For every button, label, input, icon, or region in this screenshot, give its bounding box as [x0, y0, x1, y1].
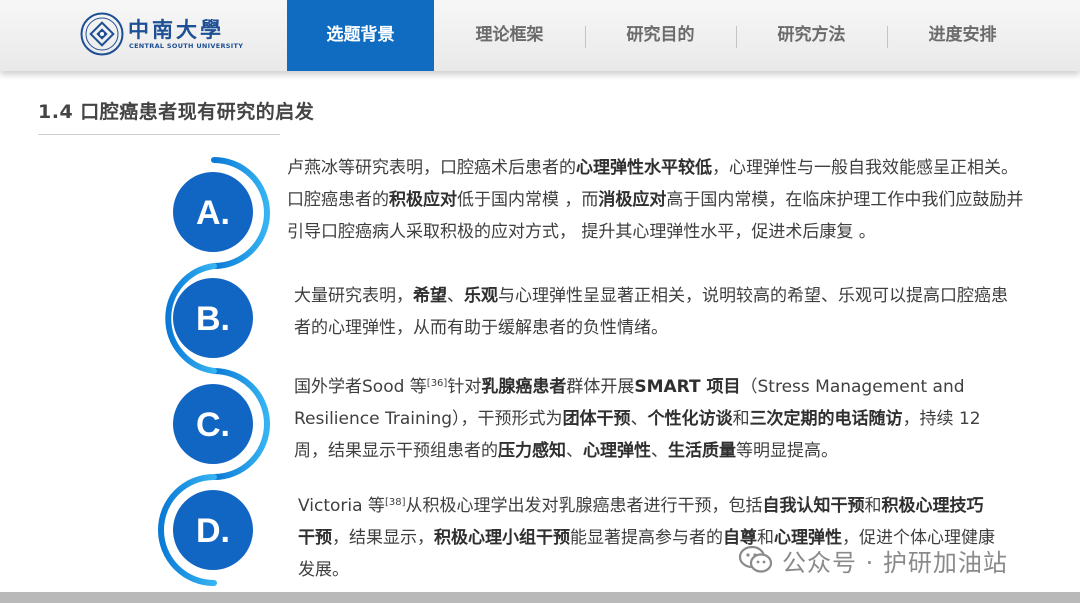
university-logo[interactable]: 中南大學 CENTRAL SOUTH UNIVERSITY [80, 12, 244, 56]
body-text: 、 [447, 286, 464, 306]
emphasis-text: 乐观 [464, 286, 498, 306]
emphasis-text: 个性化访谈 [647, 409, 733, 429]
body-text: 针对 [447, 377, 482, 397]
body-text: 、 [630, 409, 648, 429]
citation-ref: [38] [384, 497, 406, 508]
marker-b: B. [173, 278, 253, 358]
marker-b-label: B. [196, 300, 230, 338]
body-text: 、 [651, 441, 668, 461]
body-text: ，结果显示， [332, 528, 434, 548]
body-text: 卢燕冰等研究表明，口腔癌术后患者的 [287, 158, 576, 178]
marker-d-label: D. [196, 512, 230, 550]
emphasis-text: 心理弹性水平较低 [576, 158, 712, 178]
top-header: 中南大學 CENTRAL SOUTH UNIVERSITY 选题背景 理论框架 … [0, 0, 1080, 71]
university-seal-icon [80, 12, 124, 56]
emphasis-text: 压力感知 [498, 441, 566, 461]
emphasis-text: 积极心理小组干预 [434, 528, 570, 548]
university-name-en: CENTRAL SOUTH UNIVERSITY [129, 42, 244, 50]
body-text: 从积极心理学出发对乳腺癌患者进行干预，包括 [405, 496, 763, 516]
body-text: 等明显提高。 [736, 441, 838, 461]
wechat-icon [738, 545, 773, 573]
marker-a-label: A. [196, 194, 230, 232]
tab-schedule[interactable]: 进度安排 [887, 0, 1038, 71]
emphasis-text: 生活质量 [668, 441, 736, 461]
marker-c-label: C. [196, 406, 230, 444]
marker-d: D. [173, 490, 253, 570]
body-text: 国外学者Sood 等 [294, 377, 427, 397]
emphasis-text: 心理弹性 [583, 441, 651, 461]
paragraph-c: 国外学者Sood 等[36]针对乳腺癌患者群体开展SMART 项目（Stress… [294, 371, 1006, 467]
university-name-cn: 中南大學 [128, 17, 224, 42]
watermark-text: 公众号 · 护研加油站 [782, 548, 1008, 577]
tab-research-purpose[interactable]: 研究目的 [585, 0, 736, 71]
bottom-bar [0, 592, 1080, 603]
emphasis-text: 团体干预 [562, 409, 631, 429]
emphasis-text: 希望 [413, 286, 447, 306]
marker-a: A. [173, 172, 253, 252]
emphasis-text: SMART 项目 [634, 377, 741, 397]
body-text: 能显著提高参与者的 [570, 528, 723, 548]
wechat-watermark: 公众号 · 护研加油站 [738, 540, 1008, 580]
tab-theoretical-framework[interactable]: 理论框架 [434, 0, 585, 71]
body-text: 群体开展 [566, 377, 635, 397]
tab-research-method[interactable]: 研究方法 [736, 0, 887, 71]
tab-topic-background[interactable]: 选题背景 [287, 0, 434, 71]
emphasis-text: 乳腺癌患者 [481, 377, 567, 397]
paragraph-a: 卢燕冰等研究表明，口腔癌术后患者的心理弹性水平较低，心理弹性与一般自我效能感呈正… [287, 152, 1027, 248]
body-text: 大量研究表明， [294, 286, 413, 306]
citation-ref: [36] [426, 378, 448, 389]
emphasis-text: 三次定期的电话随访 [749, 409, 903, 429]
body-text: 低于国内常模 ，而 [457, 190, 599, 210]
body-text: 、 [566, 441, 583, 461]
body-text: 和 [864, 496, 882, 516]
marker-c: C. [173, 384, 253, 464]
emphasis-text: 消极应对 [598, 190, 667, 210]
body-text: Victoria 等 [298, 496, 385, 516]
emphasis-text: 积极应对 [389, 190, 457, 210]
body-text: 和 [732, 409, 750, 429]
paragraph-b: 大量研究表明，希望、乐观与心理弹性呈显著正相关，说明较高的希望、乐观可以提高口腔… [294, 280, 1024, 344]
emphasis-text: 自我认知干预 [762, 496, 865, 516]
